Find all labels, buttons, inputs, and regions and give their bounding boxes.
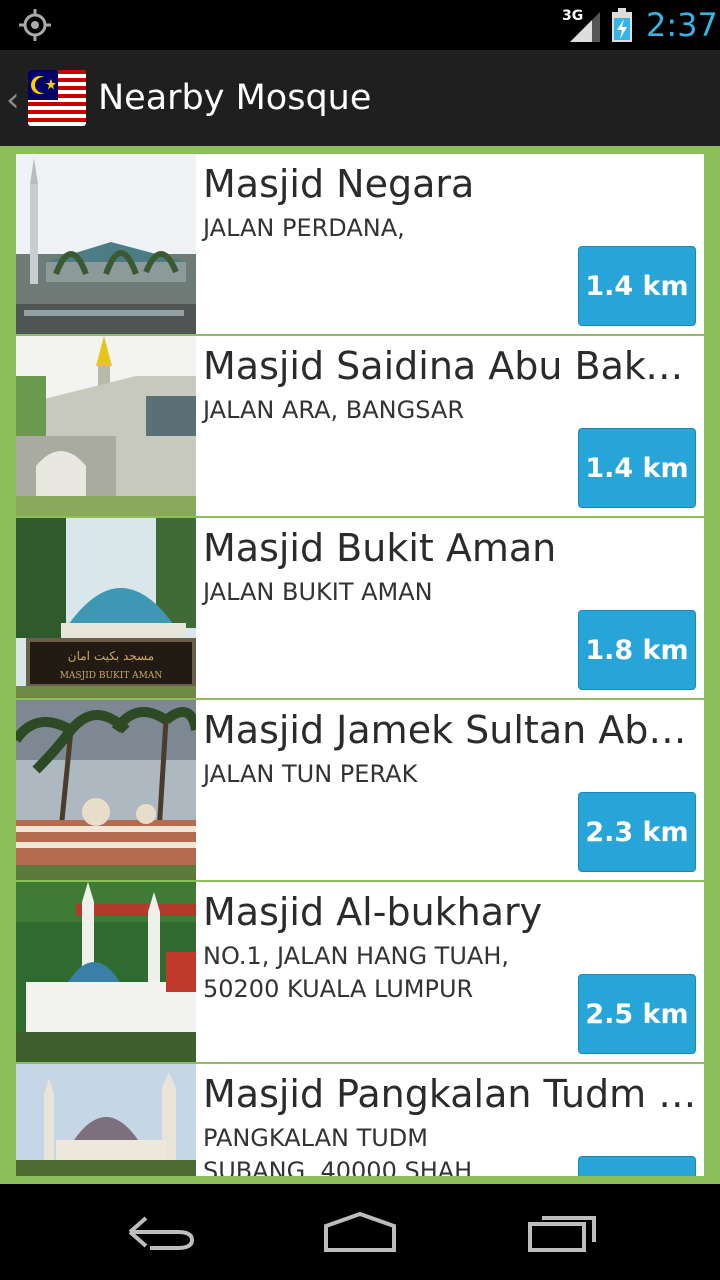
- app-screen: 3G 2:37 ‹ Nearby Mosque Masjid Negara JA…: [0, 0, 720, 1280]
- mosque-photo: [16, 336, 196, 516]
- mosque-photo: [16, 1064, 196, 1176]
- distance-badge[interactable]: 1.4 km: [578, 428, 696, 508]
- mosque-address: JALAN TUN PERAK: [203, 760, 418, 788]
- sign-latin-text: MASJID BUKIT AMAN: [60, 671, 163, 681]
- sign-arabic-text: مسجد بکيت امان: [68, 649, 154, 663]
- mosque-list-item[interactable]: Masjid Al-bukhary NO.1, JALAN HANG TUAH,…: [16, 882, 704, 1062]
- distance-badge[interactable]: 1.4 km: [578, 246, 696, 326]
- chevron-left-icon[interactable]: ‹: [6, 80, 20, 120]
- malaysia-flag-icon[interactable]: [28, 70, 86, 126]
- distance-badge[interactable]: [578, 1156, 696, 1176]
- mosque-list-item[interactable]: مسجد بکيت امان MASJID BUKIT AMAN Masjid …: [16, 518, 704, 698]
- mosque-name: Masjid Saidina Abu Bakar As-Siddiq: [203, 344, 697, 388]
- mosque-photo: [16, 700, 196, 880]
- action-bar: ‹ Nearby Mosque: [0, 50, 720, 146]
- battery-charging-icon: [610, 8, 634, 42]
- distance-badge[interactable]: 2.5 km: [578, 974, 696, 1054]
- status-bar: 3G 2:37: [0, 0, 720, 50]
- mosque-photo: [16, 154, 196, 334]
- location-icon: [18, 8, 52, 42]
- mosque-name: Masjid Pangkalan Tudm Subang: [203, 1072, 697, 1116]
- mosque-list-item[interactable]: Masjid Pangkalan Tudm Subang PANGKALAN T…: [16, 1064, 704, 1176]
- navigation-bar: [0, 1184, 720, 1280]
- distance-badge[interactable]: 1.8 km: [578, 610, 696, 690]
- mosque-name: Masjid Al-bukhary: [203, 890, 543, 934]
- distance-badge[interactable]: 2.3 km: [578, 792, 696, 872]
- mosque-address: JALAN BUKIT AMAN: [203, 578, 433, 606]
- signal-icon: 3G: [562, 8, 602, 42]
- mosque-address: JALAN PERDANA,: [203, 214, 405, 242]
- mosque-name: Masjid Bukit Aman: [203, 526, 557, 570]
- back-icon[interactable]: [120, 1208, 200, 1256]
- mosque-list-item[interactable]: Masjid Negara JALAN PERDANA, 1.4 km: [16, 154, 704, 334]
- mosque-list-item[interactable]: Masjid Saidina Abu Bakar As-Siddiq JALAN…: [16, 336, 704, 516]
- mosque-address: NO.1, JALAN HANG TUAH, 50200 KUALA LUMPU…: [203, 942, 509, 1003]
- mosque-photo: مسجد بکيت امان MASJID BUKIT AMAN: [16, 518, 196, 698]
- recent-apps-icon[interactable]: [522, 1208, 602, 1256]
- home-icon[interactable]: [320, 1208, 400, 1256]
- mosque-address: PANGKALAN TUDM SUBANG, 40000 SHAH: [203, 1124, 473, 1176]
- mosque-photo: [16, 882, 196, 1062]
- mosque-name: Masjid Negara: [203, 162, 475, 206]
- content-area: Masjid Negara JALAN PERDANA, 1.4 km Masj…: [0, 146, 720, 1184]
- status-clock: 2:37: [646, 6, 718, 44]
- mosque-list-item[interactable]: Masjid Jamek Sultan Abdul Samad JALAN TU…: [16, 700, 704, 880]
- screen-title: Nearby Mosque: [98, 78, 372, 118]
- mosque-name: Masjid Jamek Sultan Abdul Samad: [203, 708, 697, 752]
- mosque-list[interactable]: Masjid Negara JALAN PERDANA, 1.4 km Masj…: [16, 154, 704, 1176]
- mosque-address: JALAN ARA, BANGSAR: [203, 396, 464, 424]
